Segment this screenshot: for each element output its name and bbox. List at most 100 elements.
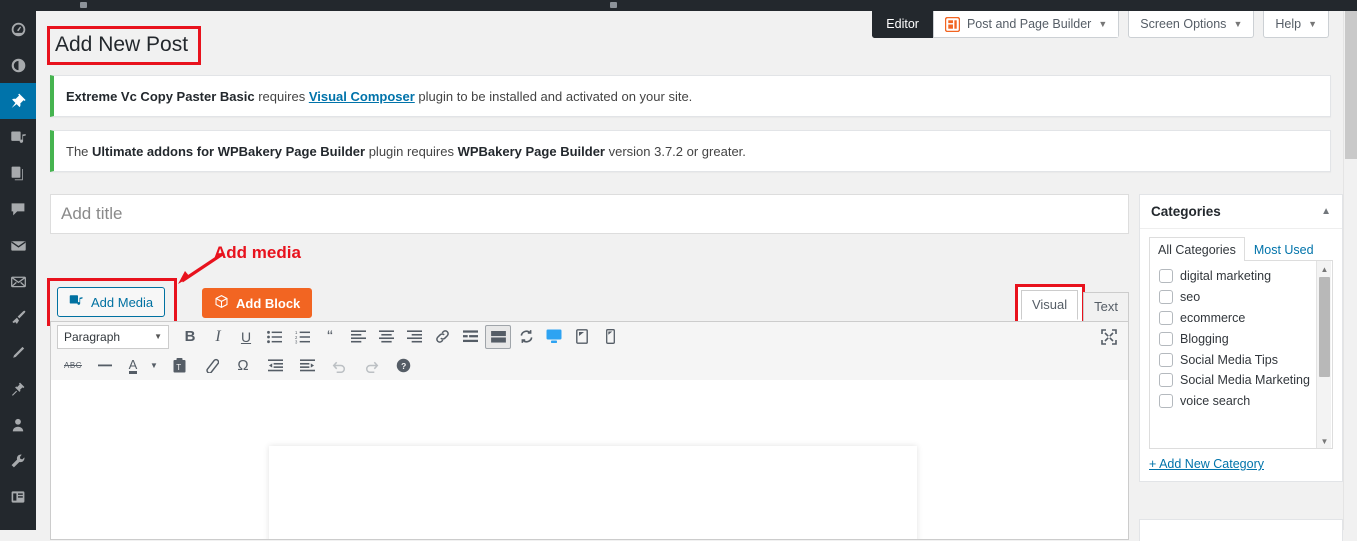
category-item[interactable]: voice search bbox=[1150, 391, 1332, 412]
category-item[interactable]: digital marketing bbox=[1150, 266, 1332, 287]
keyboard-help-icon[interactable]: ? bbox=[390, 354, 416, 378]
post-title-input[interactable] bbox=[50, 194, 1129, 234]
sidebar-item-users[interactable] bbox=[0, 407, 36, 443]
paste-as-text-icon[interactable]: T bbox=[166, 354, 192, 378]
category-checkbox[interactable] bbox=[1159, 289, 1173, 304]
screen-meta-links[interactable]: Editor Post and Page Builder ▼ Screen Op… bbox=[872, 11, 1329, 38]
category-checkbox[interactable] bbox=[1159, 269, 1173, 283]
align-left-icon[interactable] bbox=[345, 325, 371, 349]
category-checkbox[interactable] bbox=[1159, 310, 1173, 325]
notice-plugin-name: Ultimate addons for WPBakery Page Builde… bbox=[92, 143, 366, 159]
tablet-preview-icon[interactable] bbox=[569, 325, 595, 349]
help-button[interactable]: Help ▼ bbox=[1263, 11, 1329, 38]
decrease-indent-icon[interactable] bbox=[262, 354, 288, 378]
category-checkbox[interactable] bbox=[1159, 352, 1173, 367]
sidebar-item-newsletter[interactable] bbox=[0, 263, 36, 299]
category-item[interactable]: Social Media Marketing bbox=[1150, 370, 1332, 391]
align-right-icon[interactable] bbox=[401, 325, 427, 349]
sidebar-item-dashboard[interactable] bbox=[0, 11, 36, 47]
block-placeholder-label: Get Started with a Block bbox=[480, 538, 705, 539]
category-checkbox[interactable] bbox=[1159, 331, 1173, 346]
read-more-icon[interactable] bbox=[457, 325, 483, 349]
fullscreen-icon[interactable] bbox=[1096, 325, 1122, 349]
sidebar-item-email[interactable] bbox=[0, 227, 36, 263]
visual-composer-link[interactable]: Visual Composer bbox=[309, 89, 415, 104]
settings-icon bbox=[10, 489, 26, 505]
chevron-up-icon[interactable]: ▲ bbox=[1321, 206, 1331, 217]
sidebar-item-plugins[interactable] bbox=[0, 371, 36, 407]
align-center-icon[interactable] bbox=[373, 325, 399, 349]
toolbar-toggle-icon[interactable] bbox=[485, 324, 511, 349]
numbered-list-icon[interactable]: 1 2 3 bbox=[289, 325, 315, 349]
notice-required-plugin: WPBakery Page Builder bbox=[457, 143, 605, 159]
italic-icon[interactable]: I bbox=[205, 325, 231, 349]
page-scrollbar-thumb[interactable] bbox=[1345, 11, 1357, 159]
admin-bar[interactable] bbox=[0, 0, 1357, 11]
category-item[interactable]: ecommerce bbox=[1150, 308, 1332, 329]
sidebar-item-performance[interactable] bbox=[0, 47, 36, 83]
category-checkbox[interactable] bbox=[1159, 394, 1173, 409]
sidebar-item-editor[interactable] bbox=[0, 335, 36, 371]
next-panel-peek[interactable] bbox=[1139, 519, 1343, 541]
link-icon[interactable] bbox=[429, 325, 455, 349]
category-checkbox[interactable] bbox=[1159, 373, 1173, 388]
categories-tabs[interactable]: All Categories Most Used bbox=[1149, 237, 1333, 261]
paragraph-format-select[interactable]: Paragraph ▼ bbox=[57, 324, 169, 349]
screen-options-button[interactable]: Screen Options ▼ bbox=[1128, 11, 1255, 38]
sidebar-item-comments[interactable] bbox=[0, 191, 36, 227]
editor-mode-tabs[interactable]: Visual Text bbox=[1014, 284, 1129, 324]
sidebar-item-settings[interactable] bbox=[0, 479, 36, 515]
tab-visual[interactable]: Visual bbox=[1020, 290, 1079, 320]
sidebar-item-pages[interactable] bbox=[0, 155, 36, 191]
strikethrough-icon[interactable]: ABC bbox=[60, 354, 86, 378]
category-item[interactable]: Blogging bbox=[1150, 329, 1332, 350]
editor-toolbar[interactable]: Paragraph ▼ B I U 1 2 3 “ ABC A ▼ T Ω ? bbox=[50, 321, 1129, 381]
sidebar-item-appearance[interactable] bbox=[0, 299, 36, 335]
adminbar-comments-icon[interactable] bbox=[610, 2, 617, 8]
notice-text-part: plugin requires bbox=[365, 143, 458, 159]
clear-formatting-icon[interactable] bbox=[198, 354, 224, 378]
horizontal-rule-icon[interactable] bbox=[92, 354, 118, 378]
scroll-up-icon[interactable]: ▲ bbox=[1317, 262, 1332, 276]
special-character-icon[interactable]: Ω bbox=[230, 354, 256, 378]
admin-sidebar[interactable] bbox=[0, 11, 44, 530]
sync-icon[interactable] bbox=[513, 325, 539, 349]
category-item[interactable]: Social Media Tips bbox=[1150, 350, 1332, 371]
underline-icon[interactable]: U bbox=[233, 325, 259, 349]
desktop-preview-icon[interactable] bbox=[541, 325, 567, 349]
sidebar-item-posts[interactable] bbox=[0, 83, 44, 119]
editor-tab-group[interactable]: Editor Post and Page Builder ▼ bbox=[872, 11, 1120, 38]
bold-icon[interactable]: B bbox=[177, 325, 203, 349]
block-placeholder-card[interactable]: Get Started with a Block bbox=[269, 446, 917, 539]
undo-icon[interactable] bbox=[326, 354, 352, 378]
increase-indent-icon[interactable] bbox=[294, 354, 320, 378]
categories-checklist[interactable]: digital marketing seo ecommerce Blogging bbox=[1149, 261, 1333, 449]
tab-text[interactable]: Text bbox=[1083, 292, 1129, 321]
tab-post-and-page-builder[interactable]: Post and Page Builder ▼ bbox=[932, 11, 1120, 38]
tab-editor[interactable]: Editor bbox=[872, 11, 933, 38]
category-item[interactable]: seo bbox=[1150, 287, 1332, 308]
add-new-category-link[interactable]: + Add New Category bbox=[1149, 457, 1333, 471]
text-color-icon[interactable]: A bbox=[124, 354, 142, 378]
add-block-button[interactable]: Add Block bbox=[202, 288, 313, 318]
sidebar-item-tools[interactable] bbox=[0, 443, 36, 479]
mobile-preview-icon[interactable] bbox=[597, 325, 623, 349]
categories-scrollbar[interactable]: ▲ ▼ bbox=[1316, 261, 1332, 448]
tab-all-categories[interactable]: All Categories bbox=[1149, 237, 1245, 261]
tab-most-used[interactable]: Most Used bbox=[1245, 237, 1323, 261]
categories-panel-header[interactable]: Categories ▲ bbox=[1140, 195, 1342, 229]
post-sidebar-column: Categories ▲ All Categories Most Used di… bbox=[1139, 194, 1343, 482]
redo-icon[interactable] bbox=[358, 354, 384, 378]
bullet-list-icon[interactable] bbox=[261, 325, 287, 349]
text-color-caret-icon[interactable]: ▼ bbox=[148, 354, 160, 378]
sidebar-item-media[interactable] bbox=[0, 119, 36, 155]
scrollbar-thumb[interactable] bbox=[1319, 277, 1330, 377]
blockquote-icon[interactable]: “ bbox=[317, 325, 343, 349]
adminbar-site-icon[interactable] bbox=[80, 2, 87, 8]
page-scrollbar[interactable] bbox=[1343, 11, 1357, 530]
scroll-down-icon[interactable]: ▼ bbox=[1317, 434, 1332, 448]
add-media-button[interactable]: Add Media bbox=[57, 287, 166, 317]
editor-content-area[interactable]: Get Started with a Block bbox=[50, 380, 1129, 540]
media-buttons-row: Add Media Add Block bbox=[46, 278, 1129, 326]
